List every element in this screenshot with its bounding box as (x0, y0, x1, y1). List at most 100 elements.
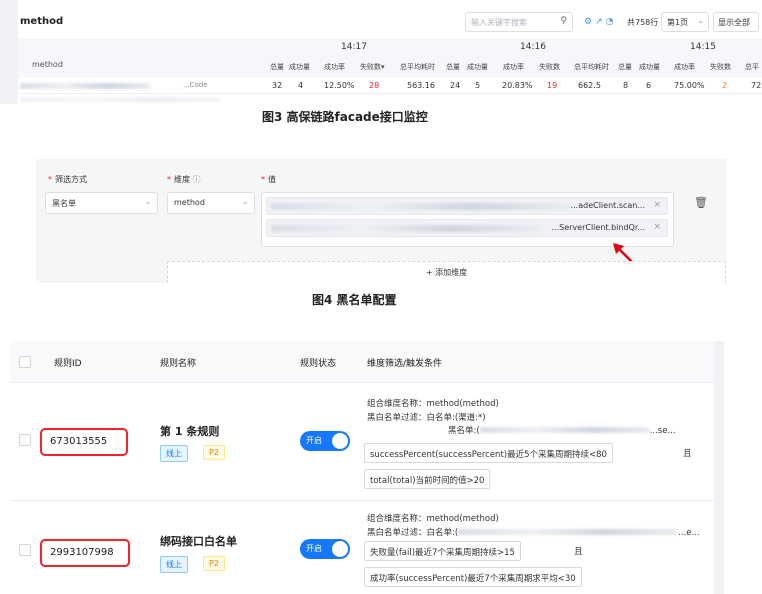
table-cell: 8 (623, 81, 629, 90)
pie-chart-icon[interactable]: ◔ (606, 17, 617, 27)
delete-icon[interactable]: 🗑 (694, 196, 708, 209)
table-cell: 662.5 (578, 81, 601, 90)
column-header: 成功量 (289, 63, 310, 71)
filter-method-select[interactable]: 黑名单 ⌄ (45, 192, 158, 214)
condition-whitelist: 黑白名单过滤：白名单:(渠道:*) (367, 413, 486, 423)
search-input[interactable]: 输入关键字搜索 ⚲ (465, 12, 573, 32)
table-row[interactable]: 673013555 第 1 条规则 线上 P2 开启 组合维度名称：method… (10, 383, 714, 501)
row-checkbox[interactable] (19, 434, 31, 446)
condition-dimension: 组合维度名称：method(method) (367, 514, 499, 524)
figure-caption: 图3 高保链路facade接口监控 (262, 110, 428, 124)
column-header: 总量 (618, 63, 632, 71)
time-group-header: 14:15 (690, 42, 716, 52)
trigger-condition: 成功率(successPercent)最近7个采集周期求平均<30 (364, 567, 582, 587)
rules-table: 规则ID 规则名称 规则状态 维度筛选/触发条件 673013555 第 1 条… (0, 325, 762, 594)
line-chart-icon[interactable]: ↗ (595, 17, 606, 27)
table-cell: 563.16 (407, 81, 435, 90)
column-header: 总平 (745, 63, 759, 71)
figure-caption: 图4 黑名单配置 (312, 293, 397, 307)
table-cell: 75.00% (674, 81, 705, 90)
column-header: 失败数 (539, 63, 560, 71)
condition-whitelist: 黑白名单过滤：白名单:(...e... (367, 528, 700, 538)
env-badge: 线上 (160, 556, 188, 573)
redacted-method-text (20, 83, 150, 89)
table-cell: 2 (722, 81, 728, 90)
column-header: 总平均耗时 (400, 63, 435, 71)
trigger-condition: 失败量(fail)最近7个采集周期持续>15 (364, 541, 521, 561)
sort-column-header[interactable]: 失败数▾ (360, 62, 385, 72)
chevron-down-icon: ⌄ (697, 16, 704, 25)
column-header: 成功率 (674, 63, 695, 71)
add-dimension-button[interactable]: + 添加维度 (167, 261, 726, 283)
search-placeholder: 输入关键字搜索 (471, 18, 527, 27)
table-cell: 4 (298, 81, 304, 90)
time-group-header: 14:16 (520, 42, 546, 52)
rule-name: 第 1 条规则 (160, 425, 220, 438)
trigger-condition: successPercent(successPercent)最近5个采集周期持续… (364, 443, 613, 463)
table-row[interactable]: 2993107998 绑码接口白名单 线上 P2 开启 组合维度名称：metho… (10, 501, 714, 594)
column-header: 总平均耗时 (574, 63, 609, 71)
table-cell: 20.83% (502, 81, 533, 90)
value-tag[interactable]: ...adeClient.scan... × (266, 197, 668, 215)
method-column-header: method (32, 60, 63, 69)
filter-method-label: * 筛选方式 (48, 175, 87, 184)
table-cell: 12.50% (324, 81, 355, 90)
blacklist-config-panel: * 筛选方式 * 维度 ⓘ * 值 黑名单 ⌄ method ⌄ ...adeClie… (36, 159, 726, 283)
chevron-down-icon: ⌄ (241, 197, 249, 207)
rule-name: 绑码接口白名单 (160, 535, 237, 548)
chart-toolbar[interactable]: ⚙↗◔ (584, 17, 616, 27)
and-label: 且 (683, 449, 692, 459)
table-cell: 28 (369, 81, 380, 90)
column-header: 成功率 (324, 63, 345, 71)
search-icon[interactable]: ⚲ (560, 16, 567, 26)
row-checkbox[interactable] (19, 544, 31, 556)
value-label: * 值 (261, 175, 276, 184)
help-icon: ⓘ (192, 175, 201, 184)
column-header: 规则名称 (160, 359, 197, 369)
value-tag[interactable]: ...ServerClient.bindQr... × (266, 219, 668, 237)
left-scroll-strip (0, 0, 18, 104)
right-scroll-strip (714, 341, 724, 594)
select-all-checkbox[interactable] (19, 356, 31, 368)
table-header: 规则ID 规则名称 规则状态 维度筛选/触发条件 (10, 341, 714, 383)
column-header: 总量 (446, 63, 460, 71)
priority-badge: P2 (203, 556, 225, 571)
page-select[interactable]: 第1页 ⌄ (661, 12, 709, 32)
time-group-header: 14:17 (341, 42, 367, 52)
column-header: 规则状态 (300, 359, 337, 369)
dimension-label: * 维度 ⓘ (167, 175, 201, 184)
table-header: method 14:17 14:16 14:15 总量 成功量 成功率 失败数▾… (18, 38, 762, 78)
column-header: 失败数 (710, 63, 731, 71)
dimension-select[interactable]: method ⌄ (167, 192, 255, 214)
column-header: 规则ID (54, 359, 82, 369)
rule-id: 673013555 (40, 428, 128, 456)
env-badge: 线上 (160, 445, 188, 462)
column-header: 维度筛选/触发条件 (367, 359, 443, 369)
page-select-value: 第1页 (667, 18, 689, 27)
and-label: 且 (574, 547, 583, 557)
method-cell: ...Code (183, 81, 208, 89)
rule-id: 2993107998 (40, 539, 130, 567)
close-icon[interactable]: × (653, 222, 661, 232)
column-header: 成功量 (639, 63, 660, 71)
filter-icon[interactable]: ⚙ (584, 17, 595, 27)
table-row-partial (18, 95, 762, 104)
table-row[interactable]: ...Code 32 4 12.50% 28 563.16 24 5 20.83… (18, 78, 762, 94)
monitor-panel: method 输入关键字搜索 ⚲ ⚙↗◔ 共758行 第1页 ⌄ 显示全部 me… (0, 0, 762, 104)
table-cell: 24 (450, 81, 461, 90)
dimension-value: method (174, 198, 205, 207)
status-toggle[interactable]: 开启 (300, 431, 350, 451)
close-icon[interactable]: × (653, 200, 661, 210)
column-header: 总量 (270, 63, 284, 71)
priority-badge: P2 (203, 445, 225, 460)
column-header: 成功量 (467, 63, 488, 71)
table-cell: 72 (751, 81, 762, 90)
filter-method-value: 黑名单 (52, 199, 76, 208)
table-cell: 6 (646, 81, 652, 90)
condition-blacklist: 黑名单:(...se... (448, 426, 676, 436)
column-header: 成功率 (503, 63, 524, 71)
trigger-condition: total(total)当前时间的值>20 (364, 469, 491, 489)
show-all-button[interactable]: 显示全部 (713, 12, 759, 32)
status-toggle[interactable]: 开启 (300, 539, 350, 559)
table-cell: 5 (475, 81, 481, 90)
